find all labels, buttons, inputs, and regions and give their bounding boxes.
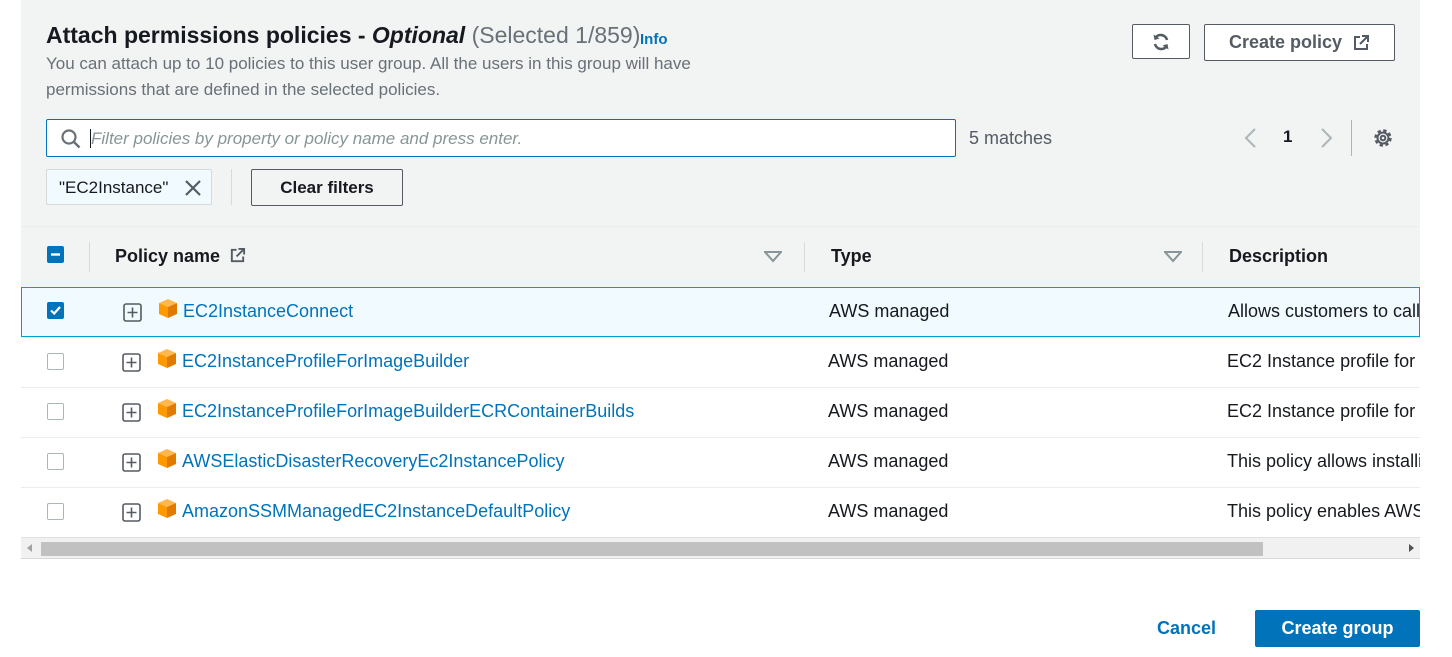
package-icon <box>158 499 176 518</box>
selected-count: (Selected 1/859) <box>471 22 641 48</box>
search-icon <box>61 129 81 149</box>
page-description: You can attach up to 10 policies to this… <box>46 54 691 99</box>
refresh-icon <box>1153 33 1169 50</box>
policy-name-link[interactable]: AWSElasticDisasterRecoveryEc2InstancePol… <box>182 451 564 472</box>
scrollbar-thumb[interactable] <box>41 542 1263 556</box>
column-divider <box>1202 242 1203 272</box>
select-all-checkbox[interactable] <box>47 246 64 263</box>
package-icon <box>158 349 176 368</box>
table-row[interactable]: AWSElasticDisasterRecoveryEc2InstancePol… <box>21 437 1420 487</box>
column-header-label: Policy name <box>115 246 221 266</box>
package-icon <box>158 449 176 468</box>
policy-description: This policy allows installi <box>1227 451 1420 471</box>
policy-description: This policy enables AWS <box>1227 501 1420 521</box>
create-policy-button[interactable]: Create policy <box>1204 24 1395 61</box>
column-header-type[interactable]: Type <box>831 246 872 267</box>
policy-type: AWS managed <box>828 501 949 521</box>
pager-divider <box>1351 120 1352 156</box>
create-group-button[interactable]: Create group <box>1255 610 1420 647</box>
previous-page-icon[interactable] <box>1243 127 1259 149</box>
expand-icon[interactable] <box>122 403 141 422</box>
expand-icon[interactable] <box>122 503 141 522</box>
external-link-icon <box>230 247 246 263</box>
row-checkbox[interactable] <box>47 503 64 520</box>
row-checkbox[interactable] <box>47 403 64 420</box>
policy-description: EC2 Instance profile for I <box>1227 351 1420 371</box>
external-link-icon <box>1354 34 1370 50</box>
table-row[interactable]: AmazonSSMManagedEC2InstanceDefaultPolicy… <box>21 487 1420 537</box>
policy-description: Allows customers to call <box>1228 301 1420 321</box>
filter-divider <box>231 169 232 205</box>
policy-name-link[interactable]: EC2InstanceProfileForImageBuilderECRCont… <box>182 401 634 422</box>
gear-icon[interactable] <box>1371 126 1395 150</box>
horizontal-scrollbar[interactable] <box>21 537 1420 559</box>
policy-name-link[interactable]: EC2InstanceConnect <box>183 301 353 322</box>
table-row[interactable]: EC2InstanceProfileForImageBuilder AWS ma… <box>21 337 1420 387</box>
title-optional: Optional <box>371 22 466 48</box>
expand-icon[interactable] <box>123 303 142 322</box>
expand-icon[interactable] <box>122 453 141 472</box>
policy-type: AWS managed <box>828 451 949 471</box>
policies-panel: Attach permissions policies - Optional (… <box>21 0 1420 559</box>
info-link[interactable]: Info <box>640 31 668 48</box>
checkmark-icon <box>50 306 61 316</box>
table-row[interactable]: EC2InstanceProfileForImageBuilderECRCont… <box>21 387 1420 437</box>
row-checkbox[interactable] <box>47 453 64 470</box>
clear-filters-button[interactable]: Clear filters <box>251 169 403 206</box>
policy-type: AWS managed <box>828 351 949 371</box>
current-page[interactable]: 1 <box>1283 127 1292 147</box>
close-icon[interactable] <box>184 179 202 197</box>
package-icon <box>158 399 176 418</box>
title-main: Attach permissions policies - <box>46 22 366 48</box>
filter-token: "EC2Instance" <box>46 169 212 205</box>
scroll-left-icon[interactable] <box>27 544 32 552</box>
text-cursor <box>90 129 91 148</box>
table-row[interactable]: EC2InstanceConnect AWS managed Allows cu… <box>21 287 1420 337</box>
policy-type: AWS managed <box>829 301 950 321</box>
package-icon <box>159 299 177 318</box>
scroll-right-icon[interactable] <box>1409 544 1414 552</box>
column-header-policy-name[interactable]: Policy name <box>115 246 246 267</box>
row-checkbox[interactable] <box>47 353 64 370</box>
next-page-icon[interactable] <box>1318 127 1334 149</box>
matches-count: 5 matches <box>969 128 1053 148</box>
page-title: Attach permissions policies - Optional (… <box>46 22 640 49</box>
refresh-button[interactable] <box>1132 24 1190 59</box>
cancel-button[interactable]: Cancel <box>1157 618 1216 639</box>
search-input[interactable] <box>89 120 943 158</box>
sort-caret-icon[interactable] <box>1164 251 1182 263</box>
policy-name-link[interactable]: EC2InstanceProfileForImageBuilder <box>182 351 469 372</box>
policy-search[interactable] <box>46 119 956 158</box>
policy-type: AWS managed <box>828 401 949 421</box>
column-header-description[interactable]: Description <box>1229 246 1328 267</box>
sort-caret-icon[interactable] <box>764 251 782 263</box>
column-divider <box>804 242 805 272</box>
expand-icon[interactable] <box>122 353 141 372</box>
policy-name-link[interactable]: AmazonSSMManagedEC2InstanceDefaultPolicy <box>182 501 570 522</box>
column-divider <box>89 242 90 272</box>
indeterminate-icon <box>51 253 60 256</box>
row-checkbox[interactable] <box>47 302 64 319</box>
policy-description: EC2 Instance profile for b <box>1227 401 1420 421</box>
table-header: Policy name Type Description <box>21 226 1420 288</box>
filter-token-label: "EC2Instance" <box>59 178 169 197</box>
create-policy-label: Create policy <box>1228 32 1343 52</box>
